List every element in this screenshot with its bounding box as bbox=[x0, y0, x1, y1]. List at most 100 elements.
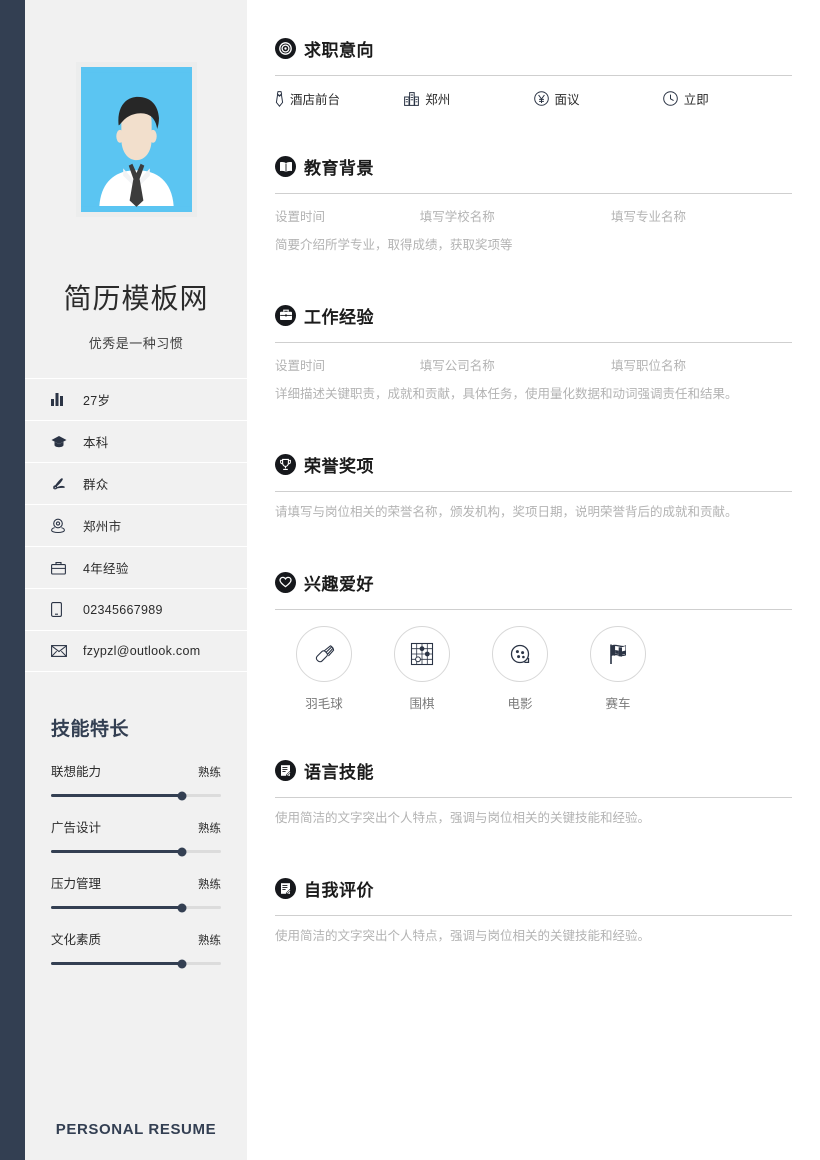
info-value: 本科 bbox=[83, 436, 109, 450]
section-title: 兴趣爱好 bbox=[304, 574, 374, 594]
skill-slider[interactable] bbox=[51, 791, 221, 800]
skills-title: 技能特长 bbox=[51, 719, 130, 740]
education-school: 填写学校名称 bbox=[419, 210, 495, 224]
work-position: 填写职位名称 bbox=[611, 358, 687, 373]
briefcase-icon bbox=[51, 561, 75, 575]
skill-knob[interactable] bbox=[177, 959, 187, 968]
main-content: 求职意向 酒店前台 郑州 面议 立即 教育背景 设置时间 填写学校名称 填写专业… bbox=[247, 0, 820, 1160]
hobbies-list: 羽毛球 围棋 电影 赛车 bbox=[275, 625, 792, 712]
job-intent-value: 郑州 bbox=[425, 93, 451, 107]
checkered-flag-icon bbox=[590, 625, 646, 682]
full-name: 简历模板网 bbox=[63, 283, 209, 314]
info-value: fzypzl@outlook.com bbox=[83, 644, 201, 658]
section-education: 教育背景 设置时间 填写学校名称 填写专业名称 简要介绍所学专业，取得成绩，获取… bbox=[275, 154, 792, 257]
skill-name: 联想能力 bbox=[51, 765, 102, 779]
go-board-icon bbox=[394, 625, 450, 682]
info-row-experience: 4年经验 bbox=[25, 546, 247, 588]
target-icon bbox=[275, 38, 296, 59]
info-row-city: 郑州市 bbox=[25, 504, 247, 546]
name-block: 简历模板网 优秀是一种习惯 bbox=[25, 277, 247, 352]
hobby-label: 电影 bbox=[507, 696, 533, 711]
divider bbox=[275, 75, 792, 76]
job-intent-city: 郑州 bbox=[404, 89, 533, 108]
job-intent-value: 酒店前台 bbox=[290, 93, 341, 107]
hobby-label: 围棋 bbox=[409, 696, 435, 711]
job-intent-salary: 面议 bbox=[533, 89, 663, 108]
divider bbox=[275, 341, 792, 343]
divider bbox=[275, 608, 792, 610]
skill-item: 压力管理 熟练 bbox=[51, 873, 221, 912]
yen-coin-icon bbox=[533, 91, 549, 106]
skill-name: 文化素质 bbox=[51, 933, 102, 947]
education-meta-row: 设置时间 填写学校名称 填写专业名称 bbox=[275, 206, 792, 225]
info-value: 郑州市 bbox=[83, 520, 122, 534]
avatar-image bbox=[80, 67, 192, 212]
info-row-phone: 02345667989 bbox=[25, 588, 247, 630]
heart-icon bbox=[275, 571, 296, 593]
self-evaluation-description: 使用简洁的文字突出个人特点，强调与岗位相关的关键技能和经验。 bbox=[275, 928, 651, 943]
section-title: 工作经验 bbox=[304, 307, 374, 327]
hobby-label: 赛车 bbox=[605, 696, 631, 711]
skill-name: 广告设计 bbox=[51, 821, 102, 835]
job-intent-value: 立即 bbox=[683, 93, 709, 107]
skill-knob[interactable] bbox=[177, 847, 187, 856]
skill-fill bbox=[51, 906, 182, 909]
skill-knob[interactable] bbox=[177, 903, 187, 912]
section-title: 自我评价 bbox=[304, 880, 374, 900]
skill-level: 熟练 bbox=[198, 823, 221, 835]
job-intent-availability: 立即 bbox=[662, 89, 792, 108]
work-description: 详细描述关键职责，成就和贡献，具体任务，使用量化数据和动词强调责任和结果。 bbox=[275, 386, 738, 401]
skill-level: 熟练 bbox=[198, 879, 221, 891]
hobby-item: 赛车 bbox=[569, 625, 667, 712]
skill-item: 广告设计 熟练 bbox=[51, 817, 221, 856]
skill-slider[interactable] bbox=[51, 903, 221, 912]
skills-section: 技能特长 联想能力 熟练 广告设计 熟练 压力管理 熟练 文化素质 熟练 bbox=[25, 714, 247, 968]
location-pin-icon bbox=[51, 518, 75, 533]
skill-item: 文化素质 熟练 bbox=[51, 929, 221, 968]
bar-chart-icon bbox=[51, 393, 75, 406]
job-intent-row: 酒店前台 郑州 面议 立即 bbox=[275, 89, 792, 108]
building-icon bbox=[404, 91, 420, 106]
info-row-education: 本科 bbox=[25, 420, 247, 462]
education-date: 设置时间 bbox=[275, 210, 326, 224]
avatar-illustration bbox=[80, 72, 192, 207]
section-title: 教育背景 bbox=[304, 159, 374, 178]
divider bbox=[275, 490, 792, 492]
divider bbox=[275, 914, 792, 916]
note-pad-icon bbox=[275, 759, 296, 781]
skill-slider[interactable] bbox=[51, 847, 221, 856]
education-description: 简要介绍所学专业，取得成绩，获取奖项等 bbox=[275, 238, 513, 252]
skill-knob[interactable] bbox=[177, 791, 187, 800]
section-work-experience: 工作经验 设置时间 填写公司名称 填写职位名称 详细描述关键职责，成就和贡献，具… bbox=[275, 303, 792, 406]
personal-info-list: 27岁 本科 群众 郑州市 4年经验 02345667989 fzypzl@ou… bbox=[25, 378, 247, 672]
job-intent-position: 酒店前台 bbox=[275, 89, 404, 108]
work-date: 设置时间 bbox=[275, 358, 326, 373]
avatar-photo bbox=[75, 62, 197, 217]
honors-description: 请填写与岗位相关的荣誉名称，颁发机构，奖项日期，说明荣誉背后的成就和贡献。 bbox=[275, 504, 738, 519]
info-value: 02345667989 bbox=[83, 602, 163, 617]
slogan: 优秀是一种习惯 bbox=[88, 336, 184, 351]
photo-frame bbox=[25, 0, 247, 217]
footer-label: PERSONAL RESUME bbox=[55, 1121, 217, 1138]
divider bbox=[275, 796, 792, 798]
skill-level: 熟练 bbox=[198, 767, 221, 779]
section-title: 荣誉奖项 bbox=[304, 456, 374, 476]
education-major: 填写专业名称 bbox=[611, 210, 687, 224]
language-description: 使用简洁的文字突出个人特点，强调与岗位相关的关键技能和经验。 bbox=[275, 810, 651, 825]
work-meta-row: 设置时间 填写公司名称 填写职位名称 bbox=[275, 355, 792, 374]
work-company: 填写公司名称 bbox=[419, 358, 495, 373]
hobby-item: 围棋 bbox=[373, 625, 471, 712]
info-row-political-status: 群众 bbox=[25, 462, 247, 504]
necktie-icon bbox=[275, 90, 284, 107]
divider bbox=[275, 193, 792, 194]
hobby-label: 羽毛球 bbox=[305, 696, 343, 711]
skill-fill bbox=[51, 962, 182, 965]
resume-page: 简历模板网 优秀是一种习惯 27岁 本科 群众 郑州市 4年经验 0234566… bbox=[0, 0, 820, 1160]
skill-fill bbox=[51, 794, 182, 797]
skill-item: 联想能力 熟练 bbox=[51, 761, 221, 800]
skill-slider[interactable] bbox=[51, 959, 221, 968]
job-intent-value: 面议 bbox=[554, 93, 580, 107]
section-title: 语言技能 bbox=[304, 762, 374, 782]
section-hobbies: 兴趣爱好 羽毛球 围棋 电影 赛车 bbox=[275, 570, 792, 712]
hobby-item: 电影 bbox=[471, 625, 569, 712]
